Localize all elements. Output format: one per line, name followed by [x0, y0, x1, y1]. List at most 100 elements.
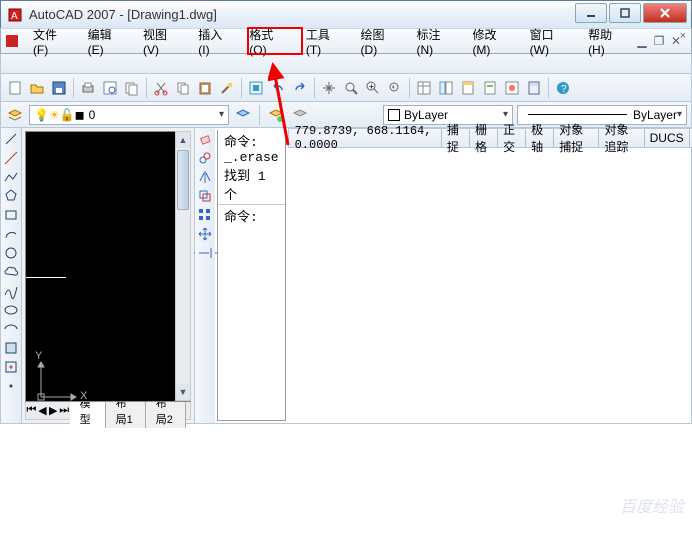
vertical-scrollbar[interactable]: ▲ ▼: [175, 131, 191, 401]
status-coordinates[interactable]: 779.8739, 668.1164, 0.0000: [289, 129, 442, 147]
layer-iso-button[interactable]: [290, 105, 310, 125]
menu-view[interactable]: 视图(V): [135, 23, 188, 60]
scrollbar-thumb[interactable]: [177, 150, 189, 210]
tab-next-button[interactable]: ▶: [48, 404, 59, 417]
array-tool[interactable]: [195, 206, 215, 224]
polyline-tool[interactable]: [1, 168, 21, 186]
scroll-down-button[interactable]: ▼: [176, 384, 190, 400]
design-center-button[interactable]: [436, 78, 456, 98]
layer-combo[interactable]: 💡 ☀ 🔓 ◼ 0 ▾: [29, 105, 229, 125]
status-polar-button[interactable]: 极轴: [526, 129, 554, 147]
circle-tool[interactable]: [1, 244, 21, 262]
rectangle-tool[interactable]: [1, 206, 21, 224]
menu-file[interactable]: 文件(F): [25, 23, 78, 60]
polygon-tool[interactable]: [1, 187, 21, 205]
copy-button[interactable]: [173, 78, 193, 98]
menu-help[interactable]: 帮助(H): [580, 23, 634, 60]
app-icon: A: [7, 7, 23, 23]
menu-window[interactable]: 窗口(W): [522, 23, 578, 60]
menu-insert[interactable]: 插入(I): [190, 23, 239, 60]
menu-dimension[interactable]: 标注(N): [408, 23, 462, 60]
status-ducs-button[interactable]: DUCS: [645, 129, 690, 147]
scroll-up-button[interactable]: ▲: [176, 132, 190, 148]
axis-x-label: X: [80, 390, 87, 402]
pan-button[interactable]: [319, 78, 339, 98]
markup-button[interactable]: [502, 78, 522, 98]
help-button[interactable]: ?: [553, 78, 573, 98]
revision-cloud-tool[interactable]: [1, 263, 21, 281]
match-properties-button[interactable]: [217, 78, 237, 98]
draw-toolbar: [1, 128, 22, 423]
undo-button[interactable]: [268, 78, 288, 98]
make-block-tool[interactable]: [1, 358, 21, 376]
erase-tool[interactable]: [195, 130, 215, 148]
plot-preview-button[interactable]: [100, 78, 120, 98]
new-button[interactable]: [5, 78, 25, 98]
zoom-window-button[interactable]: +: [363, 78, 383, 98]
status-osnap-button[interactable]: 对象捕捉: [554, 129, 599, 147]
menu-edit[interactable]: 编辑(E): [80, 23, 133, 60]
status-snap-button[interactable]: 捕捉: [442, 129, 470, 147]
layer-properties-button[interactable]: [5, 105, 25, 125]
zoom-previous-button[interactable]: [385, 78, 405, 98]
drawing-canvas[interactable]: X Y: [25, 131, 191, 402]
minimize-button[interactable]: [575, 3, 607, 23]
construction-line-tool[interactable]: [1, 149, 21, 167]
print-button[interactable]: [78, 78, 98, 98]
cut-button[interactable]: [151, 78, 171, 98]
save-button[interactable]: [49, 78, 69, 98]
sheet-set-button[interactable]: [480, 78, 500, 98]
doc-restore-button[interactable]: ❐: [652, 34, 666, 48]
rotate-tool[interactable]: [195, 244, 215, 262]
insert-block-tool[interactable]: [1, 339, 21, 357]
svg-text:A: A: [11, 11, 18, 22]
svg-text:?: ?: [561, 84, 567, 95]
copy-tool[interactable]: [195, 149, 215, 167]
axis-y-label: Y: [35, 350, 42, 362]
ellipse-tool[interactable]: [1, 301, 21, 319]
close-button[interactable]: [643, 3, 687, 23]
calculator-button[interactable]: [524, 78, 544, 98]
move-tool[interactable]: [195, 225, 215, 243]
standard-toolbar: + ?: [0, 74, 692, 102]
chevron-down-icon: ▾: [677, 109, 682, 120]
menu-draw[interactable]: 绘图(D): [353, 23, 407, 60]
properties-button[interactable]: [414, 78, 434, 98]
offset-tool[interactable]: [195, 187, 215, 205]
extend-tool[interactable]: [197, 244, 213, 262]
status-otrack-button[interactable]: 对象追踪: [599, 129, 644, 147]
zoom-realtime-button[interactable]: [341, 78, 361, 98]
block-editor-button[interactable]: [246, 78, 266, 98]
arc-tool[interactable]: [1, 225, 21, 243]
tab-last-button[interactable]: ⏭: [59, 404, 70, 417]
menu-modify[interactable]: 修改(M): [464, 23, 519, 60]
watermark: 百度经验: [620, 493, 684, 517]
linetype-label: ByLayer: [633, 108, 677, 122]
command-window[interactable]: 命令: _.erase 找到 1 个 命令:: [217, 130, 286, 421]
layer-states-button[interactable]: [266, 105, 286, 125]
tool-palettes-button[interactable]: [458, 78, 478, 98]
open-button[interactable]: [27, 78, 47, 98]
tab-first-button[interactable]: ⏮: [26, 404, 37, 417]
point-tool[interactable]: [1, 377, 21, 395]
publish-button[interactable]: [122, 78, 142, 98]
command-input-line[interactable]: 命令:: [218, 204, 285, 226]
tab-prev-button[interactable]: ◀: [37, 404, 48, 417]
status-ortho-button[interactable]: 正交: [498, 129, 526, 147]
color-swatch-icon: ◼: [75, 108, 85, 122]
doc-minimize-button[interactable]: ▁: [635, 34, 649, 48]
spline-tool[interactable]: [1, 282, 21, 300]
mirror-tool[interactable]: [195, 168, 215, 186]
menu-tools[interactable]: 工具(T): [298, 23, 351, 60]
ellipse-arc-tool[interactable]: [1, 320, 21, 338]
color-label: ByLayer: [404, 108, 448, 122]
menu-format[interactable]: 格式(O): [241, 23, 296, 60]
toolbar-close-icon[interactable]: ×: [680, 30, 686, 42]
status-grid-button[interactable]: 栅格: [470, 129, 498, 147]
line-tool[interactable]: [1, 130, 21, 148]
layout-tabs: ⏮ ◀ ▶ ⏭ 模型 布局1 布局2: [25, 402, 191, 420]
maximize-button[interactable]: [609, 3, 641, 23]
layer-previous-button[interactable]: [233, 105, 253, 125]
paste-button[interactable]: [195, 78, 215, 98]
redo-button[interactable]: [290, 78, 310, 98]
